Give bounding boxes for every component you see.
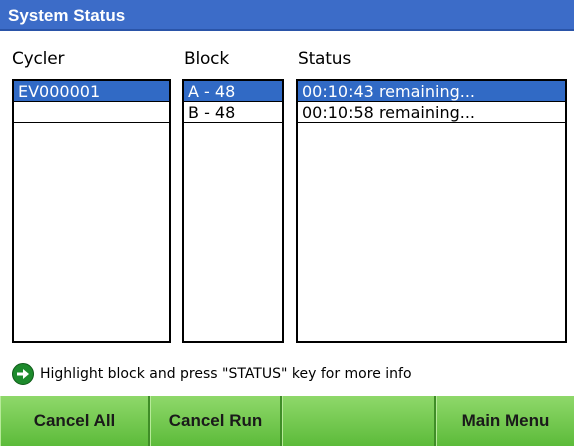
- block-list[interactable]: A - 48 B - 48: [182, 79, 284, 343]
- block-column-header: Block: [184, 49, 229, 69]
- arrow-right-circle-icon: [12, 363, 34, 385]
- status-row[interactable]: 00:10:58 remaining...: [298, 102, 565, 123]
- hint-line: Highlight block and press "STATUS" key f…: [12, 361, 412, 387]
- cancel-run-button[interactable]: Cancel Run: [150, 396, 282, 446]
- status-row[interactable]: 00:10:43 remaining...: [298, 81, 565, 102]
- block-row[interactable]: A - 48: [184, 81, 282, 102]
- hint-text: Highlight block and press "STATUS" key f…: [40, 366, 412, 382]
- blank-softkey[interactable]: [282, 396, 436, 446]
- cycler-list[interactable]: EV000001: [12, 79, 171, 343]
- cycler-column-header: Cycler: [12, 49, 65, 69]
- status-list[interactable]: 00:10:43 remaining... 00:10:58 remaining…: [296, 79, 567, 343]
- main-menu-button[interactable]: Main Menu: [436, 396, 574, 446]
- status-column-header: Status: [298, 49, 351, 69]
- cycler-row[interactable]: EV000001: [14, 81, 169, 102]
- block-row[interactable]: B - 48: [184, 102, 282, 123]
- cancel-all-button[interactable]: Cancel All: [0, 396, 150, 446]
- window-title: System Status: [0, 0, 574, 31]
- softkey-bar: Cancel All Cancel Run Main Menu: [0, 396, 574, 446]
- cycler-row-empty[interactable]: [14, 102, 169, 123]
